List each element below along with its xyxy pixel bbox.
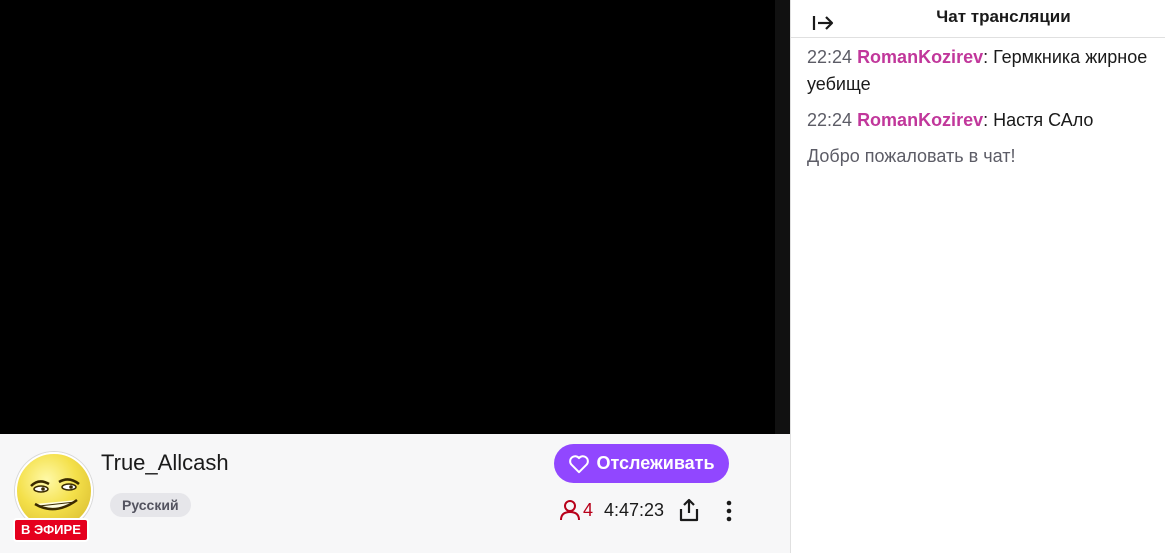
message-username[interactable]: RomanKozirev: [857, 47, 983, 67]
chat-message-list[interactable]: 22:24 RomanKozirev: Гермкника жирное уеб…: [807, 44, 1165, 170]
message-username[interactable]: RomanKozirev: [857, 110, 983, 130]
language-tag[interactable]: Русский: [110, 493, 191, 517]
stream-stats: 4 4:47:23: [559, 497, 664, 523]
avatar-face-icon: [30, 478, 80, 511]
chat-panel: Чат трансляции 22:24 RomanKozirev: Гермк…: [790, 0, 1165, 553]
chat-header: Чат трансляции: [791, 0, 1165, 38]
more-icon[interactable]: [719, 498, 739, 524]
chat-welcome-message: Добро пожаловать в чат!: [807, 146, 1016, 166]
viewer-count: 4: [583, 499, 594, 520]
live-badge: В ЭФИРЕ: [13, 518, 89, 542]
chat-title: Чат трансляции: [936, 7, 1071, 26]
avatar[interactable]: В ЭФИРЕ: [13, 452, 93, 542]
chat-message: 22:24 RomanKozirev: Гермкника жирное уеб…: [807, 44, 1165, 98]
channel-name[interactable]: True_Allcash: [101, 450, 229, 476]
viewer-icon: [560, 500, 580, 521]
follow-button-label: Отслеживать: [596, 453, 715, 473]
heart-icon: [569, 454, 590, 473]
message-time: 22:24: [807, 110, 853, 130]
channel-info-bar: В ЭФИРЕ True_Allcash Русский Отслеживать…: [0, 434, 790, 553]
message-time: 22:24: [807, 47, 853, 67]
video-player[interactable]: [0, 0, 775, 434]
chat-message: 22:24 RomanKozirev: Настя САло: [807, 107, 1165, 134]
follow-button[interactable]: Отслеживать: [554, 444, 729, 483]
video-player-edge: [775, 0, 790, 434]
share-icon[interactable]: [677, 497, 701, 523]
message-text: : Настя САло: [983, 110, 1094, 130]
stream-uptime: 4:47:23: [604, 499, 665, 520]
